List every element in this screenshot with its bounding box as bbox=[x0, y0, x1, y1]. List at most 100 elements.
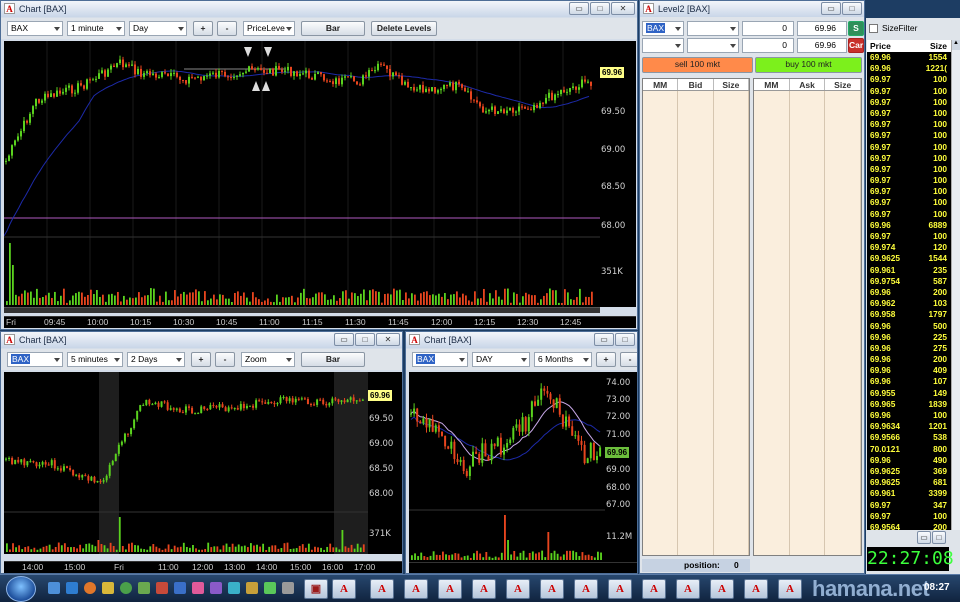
price-bar-body bbox=[26, 461, 29, 466]
taskbar-window-button[interactable]: A bbox=[608, 579, 632, 599]
symbol-select[interactable]: BAX bbox=[412, 352, 468, 367]
ask-mm-header[interactable]: MM bbox=[754, 79, 790, 90]
cancel-order-button[interactable]: Car bbox=[848, 38, 864, 53]
main-price-chart[interactable] bbox=[4, 41, 600, 307]
level2-titlebar[interactable]: A Level2 [BAX] ▭ □ bbox=[640, 1, 864, 17]
interval-select[interactable]: 5 minutes bbox=[67, 352, 123, 367]
send-order-button[interactable]: S bbox=[848, 21, 864, 36]
taskbar-window-button[interactable]: ▣ bbox=[304, 579, 328, 599]
maximize-button[interactable]: □ bbox=[355, 333, 375, 346]
app-icon-gray[interactable] bbox=[282, 582, 294, 594]
tray-clock[interactable]: 08:27 bbox=[924, 582, 950, 593]
taskbar-window-button[interactable]: A bbox=[642, 579, 666, 599]
range-select[interactable]: Day bbox=[129, 21, 187, 36]
taskbar-window-button[interactable]: A bbox=[778, 579, 802, 599]
taskbar-window-button[interactable]: A bbox=[676, 579, 700, 599]
minimize-button[interactable]: ▭ bbox=[594, 333, 614, 346]
order-price-input-2[interactable]: 69.96 bbox=[797, 38, 847, 53]
price-bar-body bbox=[539, 102, 541, 108]
folder-icon[interactable] bbox=[102, 582, 114, 594]
minimize-button[interactable]: ▭ bbox=[821, 2, 841, 15]
taskbar-window-button[interactable]: A bbox=[506, 579, 530, 599]
show-desktop-icon[interactable] bbox=[48, 582, 60, 594]
zoom-in-button[interactable]: + bbox=[596, 352, 616, 367]
daily-price-chart[interactable] bbox=[409, 372, 605, 562]
scroll-up-arrow-icon[interactable]: ▲ bbox=[952, 40, 960, 50]
buy-market-button[interactable]: buy 100 mkt bbox=[755, 57, 862, 73]
zoom-out-button[interactable]: - bbox=[215, 352, 235, 367]
symbol-select[interactable]: BAX bbox=[7, 21, 63, 36]
tape-size-header[interactable]: Size bbox=[917, 40, 947, 52]
range-select[interactable]: 2 Days bbox=[127, 352, 185, 367]
maximize-button[interactable]: □ bbox=[590, 2, 610, 15]
app-icon-green[interactable] bbox=[138, 582, 150, 594]
taskbar-window-button[interactable]: A bbox=[404, 579, 428, 599]
minimize-button[interactable]: ▭ bbox=[334, 333, 354, 346]
main-chart-titlebar[interactable]: A Chart [BAX] ▭ □ ✕ bbox=[1, 1, 637, 17]
order-price-input[interactable]: 69.96 bbox=[797, 21, 847, 36]
time-and-sales-tape[interactable]: Price Size 69.96 1554 69.96 1221(69.97 100 69… bbox=[867, 40, 951, 544]
daily-chart-titlebar[interactable]: A Chart [BAX] ▭ □ bbox=[406, 332, 637, 348]
symbol-select[interactable]: BAX bbox=[7, 352, 63, 367]
taskbar-window-button[interactable]: A bbox=[472, 579, 496, 599]
sell-market-button[interactable]: sell 100 mkt bbox=[642, 57, 753, 73]
app-icon-blue[interactable] bbox=[174, 582, 186, 594]
zoom-out-button[interactable]: - bbox=[217, 21, 237, 36]
price-bar-body bbox=[323, 74, 325, 81]
tape-price-header[interactable]: Price bbox=[867, 40, 917, 52]
taskbar-window-button[interactable]: A bbox=[370, 579, 394, 599]
five-minute-price-chart[interactable] bbox=[4, 372, 368, 554]
minimize-button[interactable]: ▭ bbox=[569, 2, 589, 15]
interval-select[interactable]: 1 minute bbox=[67, 21, 125, 36]
size-filter-checkbox[interactable] bbox=[869, 24, 878, 33]
zoom-in-button[interactable]: + bbox=[193, 21, 213, 36]
level2-symbol-select[interactable]: BAX bbox=[642, 21, 684, 36]
bid-price-header[interactable]: Bid bbox=[678, 79, 714, 90]
minimize-button[interactable]: ▭ bbox=[917, 531, 931, 544]
level2-type-select[interactable] bbox=[687, 38, 739, 53]
volume-bar bbox=[306, 297, 308, 305]
taskbar-window-button[interactable]: A bbox=[574, 579, 598, 599]
delete-levels-button[interactable]: Delete Levels bbox=[371, 21, 437, 36]
interval-select[interactable]: DAY bbox=[472, 352, 530, 367]
bid-mm-header[interactable]: MM bbox=[643, 79, 679, 90]
taskbar-window-button[interactable]: A bbox=[744, 579, 768, 599]
app-icon-pink[interactable] bbox=[192, 582, 204, 594]
zoom-select[interactable]: Zoom bbox=[241, 352, 295, 367]
maximize-button[interactable]: □ bbox=[615, 333, 635, 346]
ask-size-header[interactable]: Size bbox=[825, 79, 862, 90]
volume-bar bbox=[591, 291, 593, 305]
taskbar-window-button[interactable]: A bbox=[438, 579, 462, 599]
bid-size-header[interactable]: Size bbox=[714, 79, 749, 90]
main-chart-scrollbar[interactable] bbox=[4, 307, 600, 313]
chrome-icon[interactable] bbox=[120, 582, 132, 594]
bar-type-button[interactable]: Bar bbox=[301, 352, 365, 367]
five-minute-chart-titlebar[interactable]: A Chart [BAX] ▭ □ ✕ bbox=[1, 332, 402, 348]
range-select[interactable]: 6 Months bbox=[534, 352, 592, 367]
app-icon-red[interactable] bbox=[156, 582, 168, 594]
level2-account-select[interactable] bbox=[642, 38, 684, 53]
tape-scrollbar[interactable]: ▲ bbox=[951, 40, 960, 544]
taskbar-window-button[interactable]: A bbox=[540, 579, 564, 599]
close-button[interactable]: ✕ bbox=[611, 2, 635, 15]
order-quantity-input-2[interactable]: 0 bbox=[742, 38, 794, 53]
app-icon-gold[interactable] bbox=[246, 582, 258, 594]
close-button[interactable]: ✕ bbox=[376, 333, 400, 346]
taskbar-window-button[interactable]: A bbox=[710, 579, 734, 599]
bar-type-button[interactable]: Bar bbox=[301, 21, 365, 36]
order-quantity-input[interactable]: 0 bbox=[742, 21, 794, 36]
ask-price-header[interactable]: Ask bbox=[790, 79, 826, 90]
app-icon-cyan[interactable] bbox=[228, 582, 240, 594]
app-icon-purple[interactable] bbox=[210, 582, 222, 594]
taskbar-window-button[interactable]: A bbox=[332, 579, 356, 599]
study-select[interactable]: PriceLeve bbox=[243, 21, 295, 36]
zoom-out-button[interactable]: - bbox=[620, 352, 637, 367]
ie-icon[interactable] bbox=[66, 582, 78, 594]
firefox-icon[interactable] bbox=[84, 582, 96, 594]
maximize-button[interactable]: □ bbox=[842, 2, 862, 15]
level2-route-select[interactable] bbox=[687, 21, 739, 36]
start-button[interactable] bbox=[6, 576, 36, 602]
maximize-button[interactable]: □ bbox=[932, 531, 946, 544]
zoom-in-button[interactable]: + bbox=[191, 352, 211, 367]
app-icon-lime[interactable] bbox=[264, 582, 276, 594]
